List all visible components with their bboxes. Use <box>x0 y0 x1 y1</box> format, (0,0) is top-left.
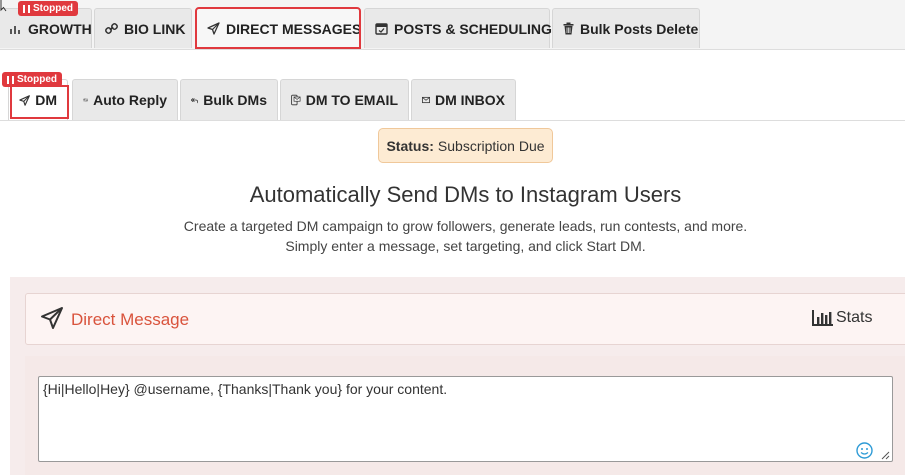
tab-direct-messages[interactable]: DIRECT MESSAGES <box>195 7 362 49</box>
dm-tab-bar: DM Auto Reply Bulk DMs DM TO EMAIL DM IN… <box>0 79 905 121</box>
emoji-icon[interactable] <box>856 442 873 459</box>
tab-label: DM INBOX <box>435 92 505 108</box>
phone-email-icon <box>291 94 301 106</box>
tab-bio-link[interactable]: BIO LINK <box>94 8 192 48</box>
panel-title: Direct Message <box>71 310 190 329</box>
bar-chart-icon <box>812 310 833 326</box>
tab-auto-reply[interactable]: Auto Reply <box>72 79 178 120</box>
status-label: Status: <box>386 137 434 154</box>
badge-label: Stopped <box>33 3 73 14</box>
paper-plane-icon <box>41 307 63 329</box>
tab-label: POSTS & SCHEDULING <box>394 20 552 37</box>
main-tab-bar: GROWTH BIO LINK DIRECT MESSAGES POSTS & … <box>0 0 905 50</box>
tab-dm-to-email[interactable]: DM TO EMAIL <box>280 79 409 120</box>
pause-icon <box>23 4 30 13</box>
status-value: Subscription Due <box>437 137 545 154</box>
tab-bulk-posts-delete[interactable]: Bulk Posts Delete <box>552 8 700 48</box>
tab-label: Bulk Posts Delete <box>580 20 699 37</box>
tab-label: Auto Reply <box>93 92 167 108</box>
resize-handle-icon[interactable] <box>880 450 890 460</box>
reply-all-icon <box>191 97 199 103</box>
page-description-line-1: Create a targeted DM campaign to grow fo… <box>183 218 748 234</box>
stats-button[interactable]: Stats <box>812 309 872 327</box>
highlight-box <box>10 85 69 119</box>
retweet-icon <box>83 98 88 102</box>
tab-dm-inbox[interactable]: DM INBOX <box>411 79 516 120</box>
pause-icon <box>7 75 14 84</box>
tab-posts-scheduling[interactable]: POSTS & SCHEDULING <box>364 8 552 48</box>
tab-label: GROWTH <box>28 20 92 37</box>
status-banner: Status: Subscription Due <box>378 128 553 163</box>
status-badge-growth: Stopped <box>18 1 78 16</box>
app-root: GROWTH BIO LINK DIRECT MESSAGES POSTS & … <box>0 0 905 475</box>
tab-label: BIO LINK <box>124 20 186 37</box>
tab-bulk-dms[interactable]: Bulk DMs <box>180 79 278 120</box>
page-title: Automatically Send DMs to Instagram User… <box>249 182 682 207</box>
tab-label: Bulk DMs <box>203 92 267 108</box>
tab-label: DM TO EMAIL <box>305 92 398 108</box>
message-textarea[interactable]: {Hi|Hello|Hey} @username, {Thanks|Thank … <box>38 376 893 462</box>
envelope-icon <box>422 96 430 104</box>
bar-chart-icon <box>10 25 20 34</box>
trash-icon <box>563 22 574 35</box>
link-icon <box>105 23 118 34</box>
paper-plane-icon <box>207 22 220 35</box>
stats-label: Stats <box>836 309 873 326</box>
page-description-line-2: Simply enter a message, set targeting, a… <box>285 238 646 254</box>
calendar-icon <box>375 23 388 35</box>
tab-label: DIRECT MESSAGES <box>226 20 362 37</box>
badge-label: Stopped <box>17 74 57 85</box>
cursor-icon <box>0 0 7 12</box>
